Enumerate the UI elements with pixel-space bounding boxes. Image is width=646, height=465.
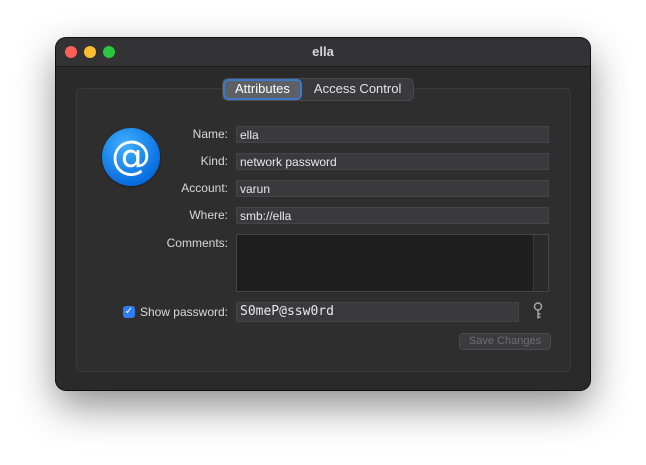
show-password-label: Show password: [139,305,228,319]
title-bar: ella [56,38,590,67]
comments-label: Comments: [166,236,228,250]
tab-access-control[interactable]: Access Control [302,79,413,100]
account-label: Account: [181,181,228,195]
where-label: Where: [189,208,228,222]
tab-attributes[interactable]: Attributes [223,79,302,100]
account-field[interactable]: varun [236,180,549,197]
kind-field[interactable]: network password [236,153,549,170]
kind-label: Kind: [200,154,228,168]
keychain-item-window: ella Attributes Access Control @ Name: e… [56,38,590,390]
where-field[interactable]: smb://ella [236,207,549,224]
save-changes-button[interactable]: Save Changes [459,333,551,350]
comments-textarea[interactable] [236,234,549,292]
name-field[interactable]: ella [236,126,549,143]
name-label: Name: [192,127,228,141]
window-title: ella [312,44,334,59]
password-field[interactable]: S0meP@ssw0rd [236,302,519,322]
comments-scrollbar[interactable] [533,235,548,291]
tab-bar: Attributes Access Control [222,78,415,101]
key-icon[interactable] [532,302,544,320]
